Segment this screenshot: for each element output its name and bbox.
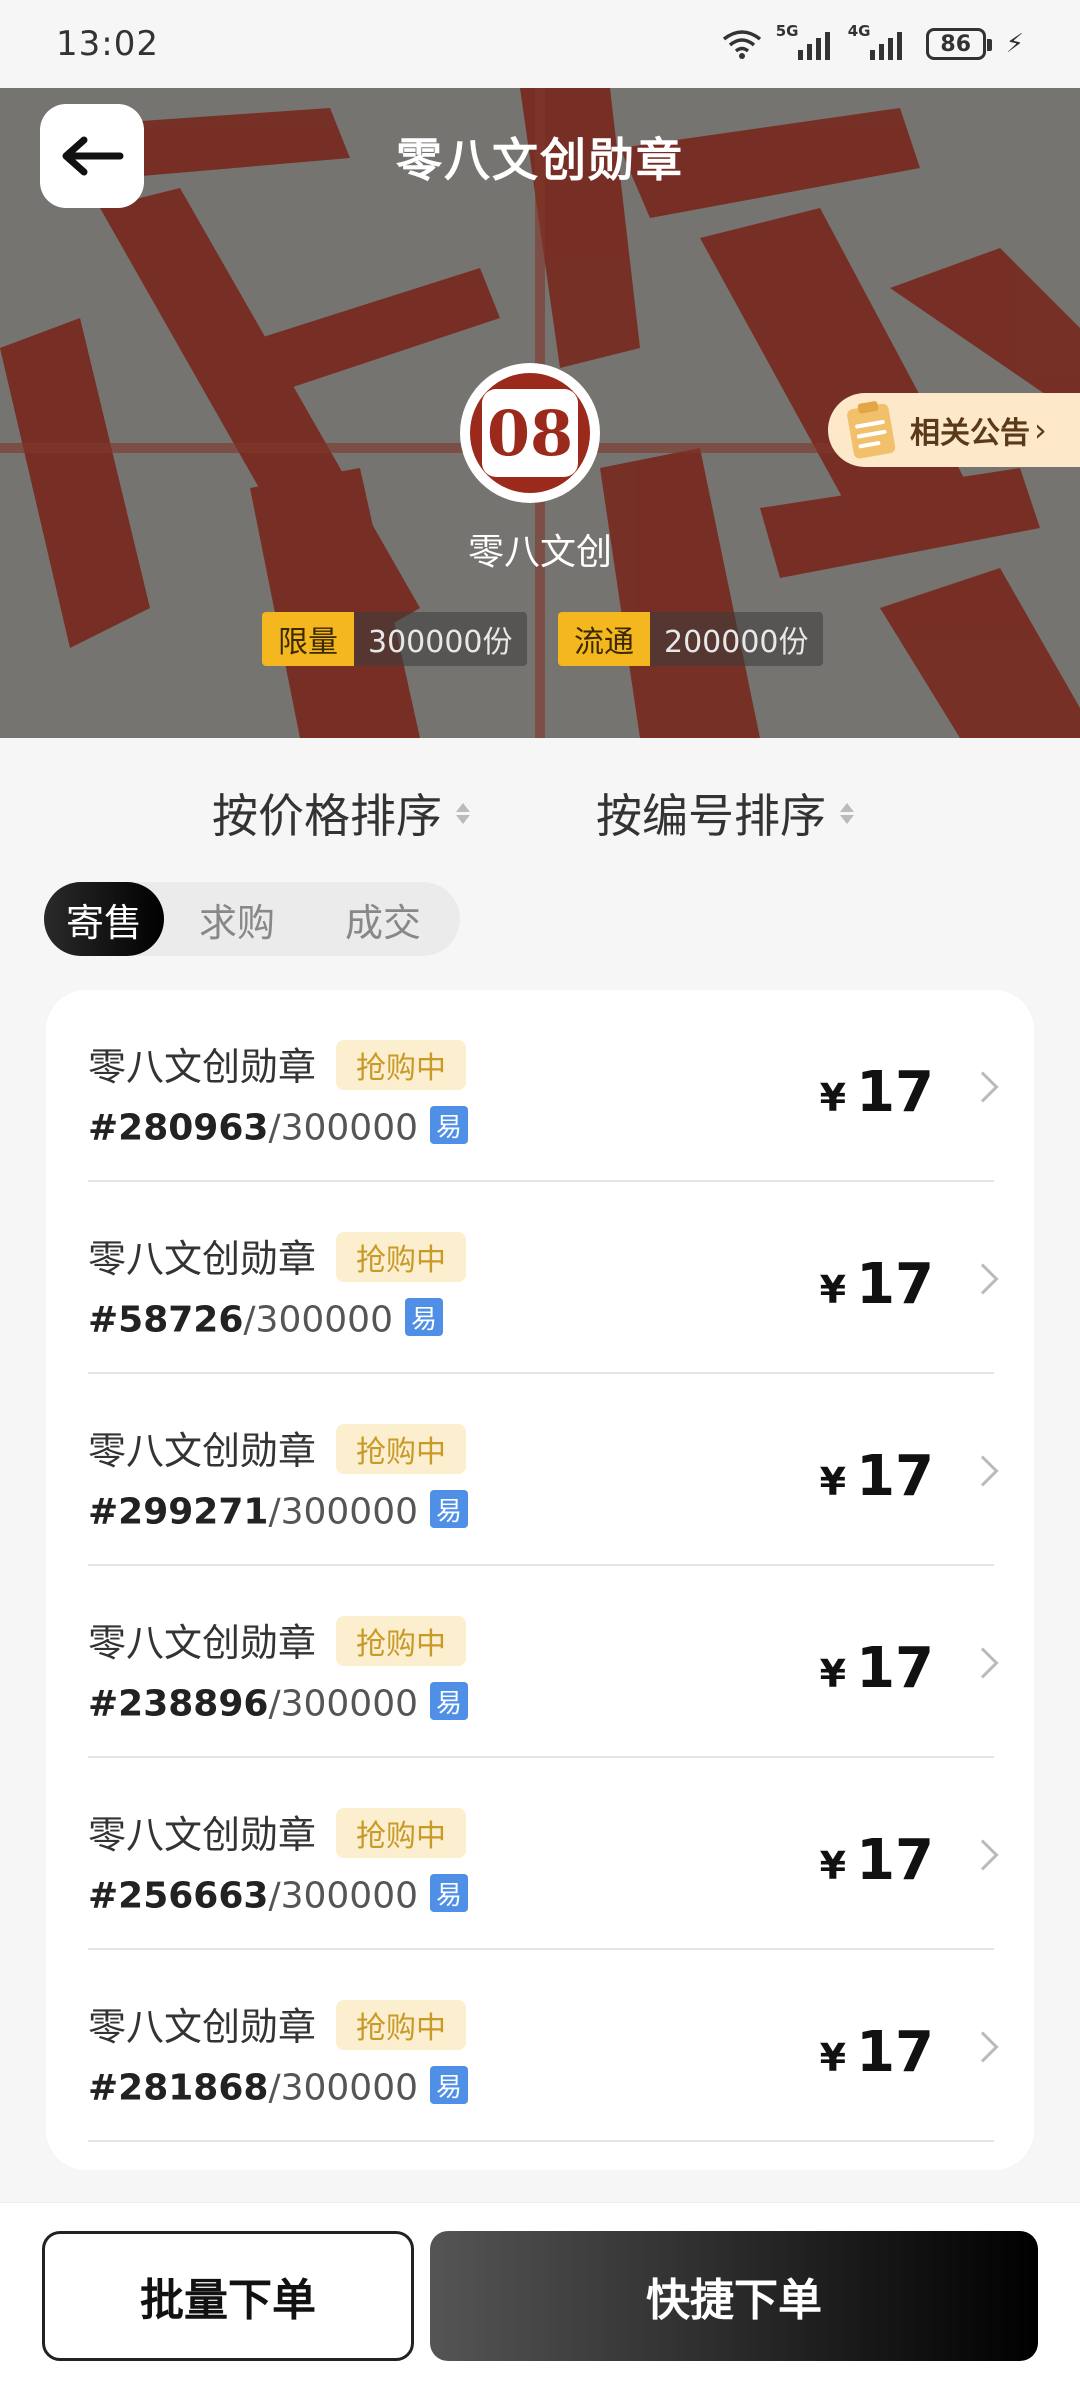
listing-price: ¥17: [819, 1444, 934, 1509]
trade-tag: 易: [430, 2066, 469, 2104]
charging-icon: ⚡: [1005, 29, 1024, 59]
listing-title: 零八文创勋章: [88, 2005, 317, 2049]
listing-title: 零八文创勋章: [88, 1045, 317, 1089]
chevron-right-icon: [967, 1647, 999, 1679]
listing-title: 零八文创勋章: [88, 1621, 317, 1665]
listing-title: 零八文创勋章: [88, 1429, 317, 1473]
trade-tag: 易: [430, 1106, 469, 1144]
stat-value: 300000份: [368, 625, 513, 660]
hero-banner: 零八文创勋章 相关公告 › 08 零八文创 限量 300000份 流通 2000…: [0, 88, 1080, 738]
battery-icon: 86: [925, 28, 992, 60]
chevron-right-icon: [967, 2031, 999, 2063]
chevron-right-icon: ›: [1034, 411, 1047, 449]
trade-tag: 易: [430, 1874, 469, 1912]
bottom-action-bar: 批量下单 快捷下单: [0, 2202, 1080, 2388]
listing-row[interactable]: 零八文创勋章 抢购中 #280963/300000 易 ¥17: [88, 990, 999, 1182]
serial-number: #58726/300000 易: [88, 1298, 443, 1341]
clipboard-icon: [847, 401, 896, 459]
chevron-right-icon: [967, 1839, 999, 1871]
wifi-icon: [722, 30, 761, 59]
chevron-right-icon: [967, 1263, 999, 1295]
stat-label: 限量: [262, 612, 354, 666]
listing-title: 零八文创勋章: [88, 1237, 317, 1281]
sort-bar: 按价格排序 按编号排序: [0, 780, 1080, 850]
status-badge: 抢购中: [336, 1424, 466, 1474]
listing-price: ¥17: [819, 1252, 934, 1317]
circulation-stat: 流通 200000份: [558, 612, 823, 666]
tab-consignment[interactable]: 寄售: [44, 882, 164, 956]
sort-icon: [840, 802, 854, 824]
stat-label: 流通: [558, 612, 650, 666]
cellular-signal-icon: 4G: [848, 22, 902, 60]
status-badge: 抢购中: [336, 1040, 466, 1090]
page-title: 零八文创勋章: [396, 133, 684, 187]
tab-deals[interactable]: 成交: [310, 882, 456, 956]
serial-number: #256663/300000 易: [88, 1874, 469, 1917]
serial-number: #281868/300000 易: [88, 2066, 469, 2109]
trade-tag: 易: [430, 1682, 469, 1720]
brand-name: 零八文创: [467, 532, 612, 573]
serial-number: #299271/300000 易: [88, 1490, 469, 1533]
listing-list: 零八文创勋章 抢购中 #280963/300000 易 ¥17 零八文创勋章 抢购…: [46, 990, 1034, 2170]
status-bar: 13:02 5G 4G 86 ⚡: [0, 0, 1080, 88]
status-time: 13:02: [56, 24, 159, 64]
listing-row[interactable]: 零八文创勋章 抢购中 #299271/300000 易 ¥17: [88, 1374, 999, 1566]
announcements-button[interactable]: 相关公告 ›: [828, 393, 1080, 467]
sort-by-price[interactable]: 按价格排序: [212, 780, 470, 846]
cellular-signal-icon: 5G: [776, 22, 830, 60]
trade-tag: 易: [404, 1298, 443, 1336]
sort-label: 按编号排序: [596, 789, 826, 843]
serial-number: #280963/300000 易: [88, 1106, 469, 1149]
listing-price: ¥17: [819, 1636, 934, 1701]
status-icons: 5G 4G 86 ⚡: [722, 22, 1024, 60]
status-badge: 抢购中: [336, 1808, 466, 1858]
listing-tabs: 寄售 求购 成交: [44, 882, 460, 956]
quick-order-button[interactable]: 快捷下单: [430, 2231, 1038, 2361]
stat-value: 200000份: [664, 625, 809, 660]
listing-row[interactable]: 零八文创勋章 抢购中 #256663/300000 易 ¥17: [88, 1758, 999, 1950]
listing-price: ¥17: [819, 1828, 934, 1893]
serial-number: #238896/300000 易: [88, 1682, 469, 1725]
svg-text:08: 08: [487, 397, 573, 470]
listing-row[interactable]: 零八文创勋章 抢购中 #238896/300000 易 ¥17: [88, 1566, 999, 1758]
trade-tag: 易: [430, 1490, 469, 1528]
batch-order-button[interactable]: 批量下单: [42, 2231, 414, 2361]
listing-row[interactable]: 零八文创勋章 抢购中 #58726/300000 易 ¥17: [88, 1182, 999, 1374]
listing-price: ¥17: [819, 2020, 934, 2085]
stats-row: 限量 300000份 流通 200000份: [0, 612, 1080, 666]
listing-row[interactable]: 零八文创勋章 抢购中 #281868/300000 易 ¥17: [88, 1950, 999, 2142]
status-badge: 抢购中: [336, 2000, 466, 2050]
announcements-label: 相关公告: [910, 416, 1030, 451]
seal-logo-icon: 08: [464, 367, 596, 499]
brand-avatar: 08: [460, 363, 600, 503]
chevron-right-icon: [967, 1455, 999, 1487]
sort-by-number[interactable]: 按编号排序: [596, 780, 854, 846]
sort-label: 按价格排序: [212, 789, 442, 843]
status-badge: 抢购中: [336, 1232, 466, 1282]
status-badge: 抢购中: [336, 1616, 466, 1666]
tab-wanted[interactable]: 求购: [164, 882, 310, 956]
listing-title: 零八文创勋章: [88, 1813, 317, 1857]
chevron-right-icon: [967, 1071, 999, 1103]
listing-price: ¥17: [819, 1060, 934, 1125]
limit-stat: 限量 300000份: [262, 612, 527, 666]
sort-icon: [456, 802, 470, 824]
